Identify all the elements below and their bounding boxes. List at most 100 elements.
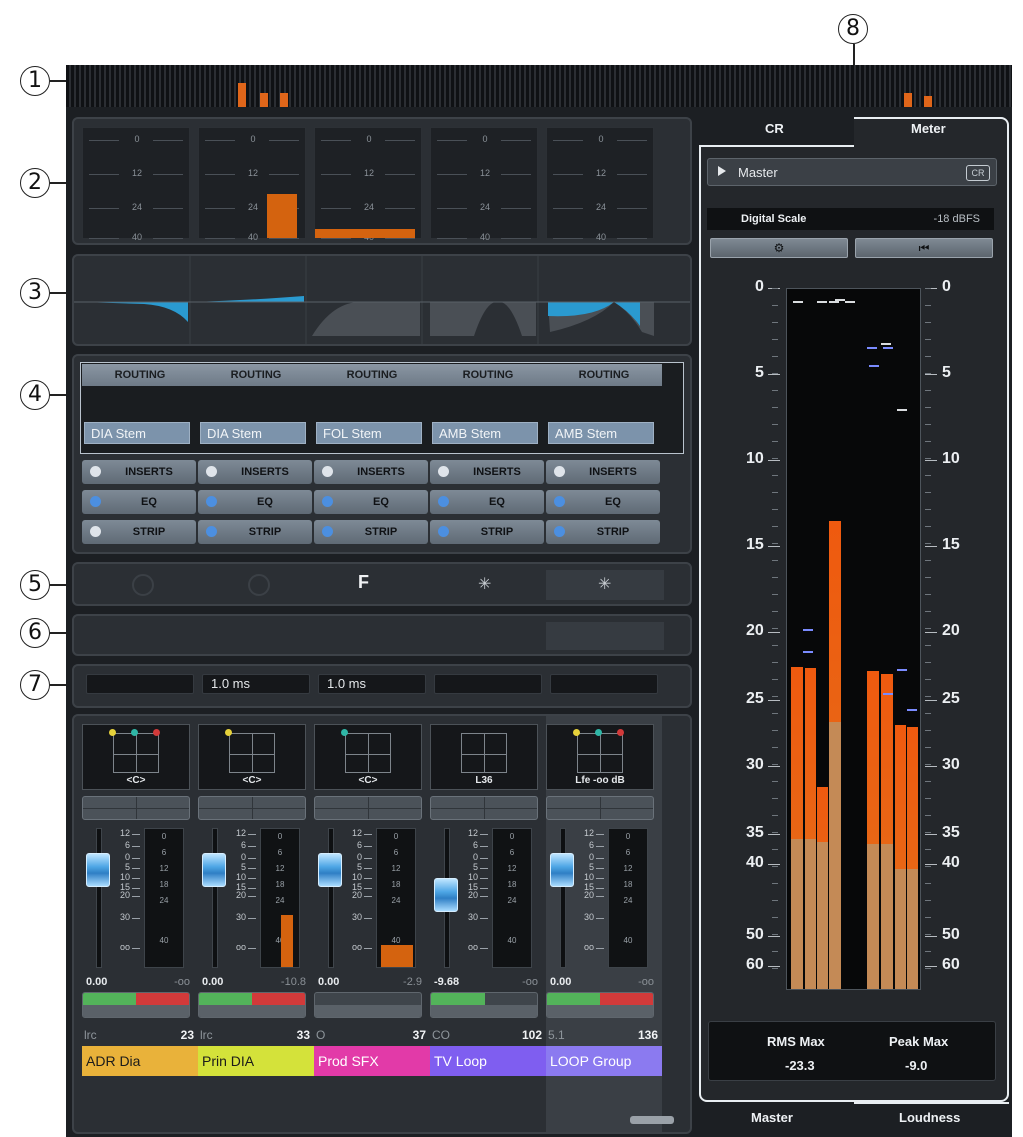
gear-flower-icon[interactable]: ✳ <box>478 574 491 594</box>
volume-value[interactable]: 0.00 <box>550 976 571 988</box>
routing-output-button[interactable]: DIA Stem <box>84 422 190 444</box>
panner[interactable]: Lfe -oo dB <box>546 724 654 790</box>
routing-header[interactable]: ROUTING <box>198 364 314 386</box>
mute-solo-buttons[interactable] <box>314 992 422 1018</box>
ring-icon[interactable] <box>248 574 270 596</box>
routing-header[interactable]: ROUTING <box>82 364 198 386</box>
volume-fader-handle[interactable] <box>550 853 574 887</box>
fader-track[interactable] <box>212 828 218 968</box>
mute-solo-buttons[interactable] <box>430 992 538 1018</box>
volume-fader-handle[interactable] <box>86 853 110 887</box>
channel-buttons[interactable] <box>430 796 538 820</box>
routing-output-button[interactable]: FOL Stem <box>316 422 422 444</box>
peak-value[interactable]: -oo <box>174 976 190 988</box>
routing-header[interactable]: ROUTING <box>430 364 546 386</box>
eq-toggle[interactable]: EQ <box>314 490 428 514</box>
panner[interactable]: <C> <box>198 724 306 790</box>
gear-flower-icon[interactable]: ✳ <box>598 574 611 594</box>
monitor-buttons[interactable] <box>547 1005 653 1017</box>
monitor-buttons[interactable] <box>315 1005 421 1017</box>
f-logo-icon[interactable]: F <box>358 572 369 593</box>
mute-button[interactable] <box>83 993 137 1005</box>
scale-minor-tick <box>772 322 778 323</box>
mute-button[interactable] <box>547 993 601 1005</box>
inserts-toggle[interactable]: INSERTS <box>546 460 660 484</box>
solo-button[interactable] <box>136 993 189 1005</box>
tab-meter[interactable]: Meter <box>911 121 946 136</box>
fader-track[interactable] <box>560 828 566 968</box>
volume-fader-handle[interactable] <box>318 853 342 887</box>
fader-track[interactable] <box>96 828 102 968</box>
eq-toggle[interactable]: EQ <box>198 490 312 514</box>
fader-track[interactable] <box>328 828 334 968</box>
solo-button[interactable] <box>600 993 653 1005</box>
inserts-toggle[interactable]: INSERTS <box>198 460 312 484</box>
master-selector[interactable]: Master CR <box>707 158 997 186</box>
digital-scale-bar[interactable]: Digital Scale -18 dBFS <box>707 208 994 230</box>
volume-fader-handle[interactable] <box>202 853 226 887</box>
scale-minor-tick <box>925 322 931 323</box>
panner[interactable]: <C> <box>314 724 422 790</box>
settings-button[interactable]: ⚙ <box>710 238 848 258</box>
meter-tick-label: 24 <box>363 202 374 212</box>
eq-curves-graph[interactable] <box>74 256 690 344</box>
volume-value[interactable]: -9.68 <box>434 976 459 988</box>
mute-button[interactable] <box>199 993 253 1005</box>
scroll-handle[interactable] <box>630 1116 674 1124</box>
fader-scale-tick: 5 <box>458 862 488 872</box>
routing-output-button[interactable]: AMB Stem <box>432 422 538 444</box>
channel-name[interactable]: ADR Dia <box>82 1046 198 1076</box>
routing-header[interactable]: ROUTING <box>546 364 662 386</box>
mute-solo-buttons[interactable] <box>198 992 306 1018</box>
strip-toggle[interactable]: STRIP <box>430 520 544 544</box>
rms-max-value[interactable]: -23.3 <box>785 1058 815 1073</box>
inserts-toggle[interactable]: INSERTS <box>82 460 196 484</box>
peak-value[interactable]: -oo <box>638 976 654 988</box>
volume-value[interactable]: 0.00 <box>318 976 339 988</box>
volume-value[interactable]: 0.00 <box>86 976 107 988</box>
peak-value[interactable]: -2.9 <box>403 976 422 988</box>
routing-header[interactable]: ROUTING <box>314 364 430 386</box>
strip-toggle[interactable]: STRIP <box>546 520 660 544</box>
peak-max-value[interactable]: -9.0 <box>905 1058 927 1073</box>
tab-cr[interactable]: CR <box>765 121 784 136</box>
channel-buttons[interactable] <box>82 796 190 820</box>
volume-fader-handle[interactable] <box>434 878 458 913</box>
channel-buttons[interactable] <box>314 796 422 820</box>
panner[interactable]: <C> <box>82 724 190 790</box>
panner[interactable]: L36 <box>430 724 538 790</box>
strip-toggle[interactable]: STRIP <box>198 520 312 544</box>
reset-button[interactable]: ⏮ <box>855 238 993 258</box>
channel-name[interactable]: Prod SFX <box>314 1046 430 1076</box>
strip-toggle[interactable]: STRIP <box>82 520 196 544</box>
strip-toggle[interactable]: STRIP <box>314 520 428 544</box>
inserts-toggle[interactable]: INSERTS <box>430 460 544 484</box>
tab-master[interactable]: Master <box>751 1110 793 1125</box>
channel-buttons[interactable] <box>546 796 654 820</box>
mute-solo-buttons[interactable] <box>82 992 190 1018</box>
solo-button[interactable] <box>252 993 305 1005</box>
routing-output-button[interactable]: DIA Stem <box>200 422 306 444</box>
monitor-buttons[interactable] <box>199 1005 305 1017</box>
volume-value[interactable]: 0.00 <box>202 976 223 988</box>
inserts-toggle[interactable]: INSERTS <box>314 460 428 484</box>
mute-solo-buttons[interactable] <box>546 992 654 1018</box>
channel-name[interactable]: Prin DIA <box>198 1046 314 1076</box>
channel-buttons[interactable] <box>198 796 306 820</box>
peak-value[interactable]: -oo <box>522 976 538 988</box>
channel-name[interactable]: TV Loop <box>430 1046 546 1076</box>
eq-toggle[interactable]: EQ <box>82 490 196 514</box>
eq-toggle[interactable]: EQ <box>430 490 544 514</box>
mute-button[interactable] <box>431 993 485 1005</box>
channel-name[interactable]: LOOP Group <box>546 1046 662 1076</box>
cr-badge[interactable]: CR <box>966 165 990 181</box>
eq-toggle[interactable]: EQ <box>546 490 660 514</box>
monitor-buttons[interactable] <box>83 1005 189 1017</box>
peak-value[interactable]: -10.8 <box>281 976 306 988</box>
routing-output-button[interactable]: AMB Stem <box>548 422 654 444</box>
scale-label-left: 40 <box>746 854 764 871</box>
tab-loudness[interactable]: Loudness <box>899 1110 960 1125</box>
ring-icon[interactable] <box>132 574 154 596</box>
monitor-buttons[interactable] <box>431 1005 537 1017</box>
meter-tick: 24 <box>145 896 183 905</box>
